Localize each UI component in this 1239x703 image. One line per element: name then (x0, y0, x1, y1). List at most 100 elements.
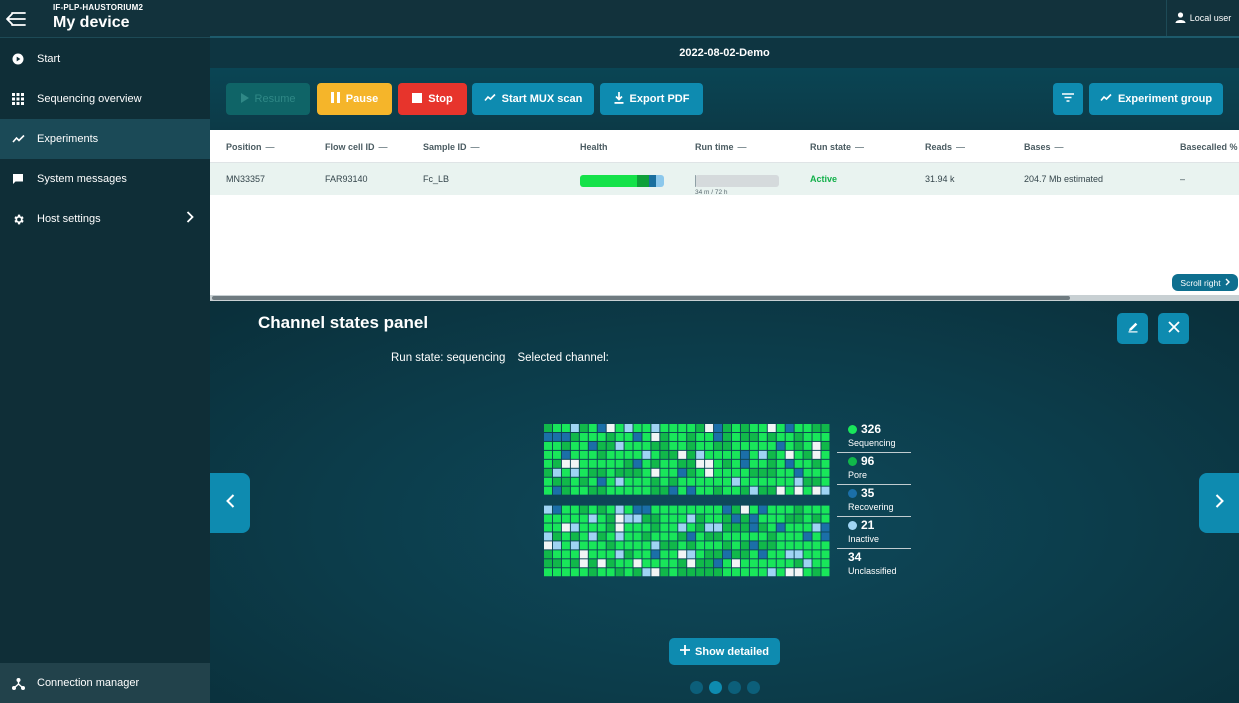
channel-cell[interactable] (803, 514, 812, 523)
channel-cell[interactable] (803, 450, 812, 459)
channel-cell[interactable] (776, 441, 785, 450)
channel-cell[interactable] (570, 523, 579, 532)
channel-cell[interactable] (678, 441, 687, 450)
channel-cell[interactable] (552, 432, 561, 441)
channel-cell[interactable] (651, 523, 660, 532)
channel-cell[interactable] (696, 477, 705, 486)
channel-cell[interactable] (624, 559, 633, 568)
channel-cell[interactable] (615, 450, 624, 459)
pager-dot[interactable] (747, 681, 760, 694)
channel-cell[interactable] (651, 568, 660, 577)
channel-cell[interactable] (544, 541, 552, 550)
channel-cell[interactable] (597, 559, 606, 568)
channel-cell[interactable] (758, 514, 767, 523)
channel-cell[interactable] (606, 532, 615, 541)
channel-cell[interactable] (651, 532, 660, 541)
channel-cell[interactable] (678, 477, 687, 486)
channel-cell[interactable] (812, 450, 821, 459)
channel-cell[interactable] (749, 541, 758, 550)
channel-cell[interactable] (812, 505, 821, 514)
channel-cell[interactable] (615, 532, 624, 541)
channel-cell[interactable] (821, 505, 830, 514)
channel-cell[interactable] (723, 432, 731, 441)
channel-cell[interactable] (561, 424, 570, 432)
channel-cell[interactable] (606, 550, 615, 559)
channel-cell[interactable] (785, 450, 794, 459)
filter-button[interactable] (1053, 83, 1083, 115)
channel-cell[interactable] (544, 424, 552, 432)
channel-cell[interactable] (624, 424, 633, 432)
channel-cell[interactable] (776, 568, 785, 577)
channel-cell[interactable] (588, 486, 597, 495)
channel-cell[interactable] (749, 441, 758, 450)
channel-cell[interactable] (678, 450, 687, 459)
channel-cell[interactable] (606, 477, 615, 486)
channel-cell[interactable] (731, 486, 740, 495)
channel-cell[interactable] (714, 514, 723, 523)
channel-cell[interactable] (714, 468, 723, 477)
channel-cell[interactable] (660, 532, 669, 541)
channel-cell[interactable] (588, 505, 597, 514)
channel-cell[interactable] (570, 432, 579, 441)
channel-cell[interactable] (544, 559, 552, 568)
channel-cell[interactable] (561, 514, 570, 523)
channel-cell[interactable] (740, 559, 749, 568)
channel-cell[interactable] (749, 477, 758, 486)
channel-cell[interactable] (660, 486, 669, 495)
channel-cell[interactable] (705, 514, 714, 523)
channel-cell[interactable] (570, 477, 579, 486)
channel-cell[interactable] (570, 441, 579, 450)
channel-cell[interactable] (740, 568, 749, 577)
channel-cell[interactable] (767, 550, 776, 559)
channel-cell[interactable] (642, 424, 651, 432)
channel-cell[interactable] (570, 468, 579, 477)
channel-cell[interactable] (758, 432, 767, 441)
channel-cell[interactable] (785, 432, 794, 441)
column-header-sample-id[interactable]: Sample ID — (423, 142, 480, 152)
channel-cell[interactable] (812, 541, 821, 550)
channel-cell[interactable] (606, 468, 615, 477)
channel-cell[interactable] (776, 459, 785, 468)
channel-cell[interactable] (624, 505, 633, 514)
channel-cell[interactable] (588, 568, 597, 577)
channel-cell[interactable] (767, 532, 776, 541)
channel-cell[interactable] (561, 505, 570, 514)
channel-cell[interactable] (687, 459, 696, 468)
channel-cell[interactable] (606, 441, 615, 450)
channel-cell[interactable] (678, 541, 687, 550)
channel-cell[interactable] (624, 541, 633, 550)
channel-cell[interactable] (669, 468, 678, 477)
channel-cell[interactable] (696, 532, 705, 541)
channel-cell[interactable] (544, 450, 552, 459)
channel-cell[interactable] (794, 424, 803, 432)
channel-cell[interactable] (660, 505, 669, 514)
column-header-position[interactable]: Position — (226, 142, 275, 152)
channel-cell[interactable] (651, 459, 660, 468)
channel-cell[interactable] (740, 468, 749, 477)
channel-cell[interactable] (588, 468, 597, 477)
channel-cell[interactable] (660, 550, 669, 559)
channel-cell[interactable] (651, 441, 660, 450)
channel-cell[interactable] (544, 441, 552, 450)
channel-cell[interactable] (731, 523, 740, 532)
channel-cell[interactable] (696, 541, 705, 550)
channel-cell[interactable] (776, 541, 785, 550)
channel-cell[interactable] (821, 532, 830, 541)
channel-cell[interactable] (812, 523, 821, 532)
channel-cell[interactable] (776, 450, 785, 459)
channel-cell[interactable] (696, 468, 705, 477)
channel-cell[interactable] (579, 568, 588, 577)
channel-cell[interactable] (723, 568, 731, 577)
channel-cell[interactable] (812, 477, 821, 486)
channel-cell[interactable] (642, 559, 651, 568)
channel-cell[interactable] (696, 559, 705, 568)
channel-cell[interactable] (749, 550, 758, 559)
pager-dot[interactable] (690, 681, 703, 694)
channel-cell[interactable] (561, 450, 570, 459)
channel-cell[interactable] (615, 568, 624, 577)
channel-cell[interactable] (687, 523, 696, 532)
channel-cell[interactable] (606, 450, 615, 459)
channel-cell[interactable] (714, 432, 723, 441)
connection-manager-button[interactable]: Connection manager (0, 663, 210, 703)
channel-cell[interactable] (624, 486, 633, 495)
